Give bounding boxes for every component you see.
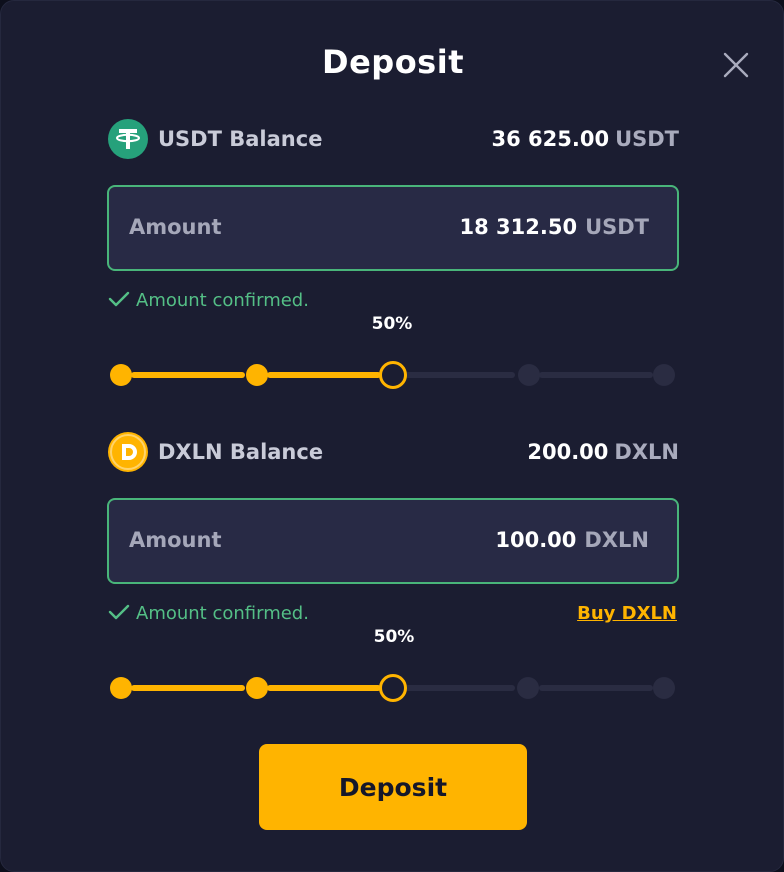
usdt-slider-percent-label: 50% bbox=[371, 314, 413, 334]
usdt-slider-step-75[interactable] bbox=[518, 364, 540, 386]
check-icon bbox=[108, 604, 130, 620]
dxln-slider-track-filled-2 bbox=[267, 685, 381, 691]
dxln-slider-step-75[interactable] bbox=[517, 677, 539, 699]
usdt-balance-label: USDT Balance bbox=[158, 127, 323, 151]
usdt-slider-track-filled-2 bbox=[267, 372, 381, 378]
dxln-slider-track-empty-1 bbox=[405, 685, 515, 691]
usdt-slider-step-25[interactable] bbox=[246, 364, 268, 386]
usdt-status: Amount confirmed. bbox=[108, 290, 309, 311]
buy-dxln-link[interactable]: Buy DXLN bbox=[577, 603, 677, 624]
check-icon bbox=[108, 291, 130, 307]
dxln-balance-label: DXLN Balance bbox=[158, 440, 324, 464]
tether-coin-icon bbox=[108, 119, 148, 159]
usdt-amount-input[interactable]: Amount 18 312.50 USDT bbox=[107, 185, 679, 271]
dxln-slider-step-0[interactable] bbox=[110, 677, 132, 699]
usdt-amount-label: Amount bbox=[129, 215, 222, 239]
usdt-slider-track-filled-1 bbox=[131, 372, 245, 378]
usdt-slider-step-0[interactable] bbox=[110, 364, 132, 386]
dxln-balance-row: DXLN Balance 200.00 DXLN bbox=[108, 432, 679, 472]
dxln-balance-amount: 200.00 bbox=[527, 440, 609, 464]
dxln-amount-label: Amount bbox=[129, 528, 222, 552]
dxln-slider-percent-label: 50% bbox=[373, 627, 415, 647]
dxln-percent-slider[interactable]: 50% bbox=[109, 627, 679, 705]
dxln-amount-input[interactable]: Amount 100.00 DXLN bbox=[107, 498, 679, 584]
usdt-slider-step-100[interactable] bbox=[653, 364, 675, 386]
usdt-slider-track-empty-2 bbox=[539, 372, 653, 378]
usdt-amount-number: 18 312.50 bbox=[459, 215, 578, 239]
deposit-modal: Deposit USDT Balance 36 625.00 USDT Amoun… bbox=[0, 0, 784, 872]
usdt-percent-slider[interactable]: 50% bbox=[109, 314, 679, 392]
usdt-amount-value: 18 312.50 USDT bbox=[459, 215, 649, 239]
modal-title: Deposit bbox=[322, 43, 464, 81]
close-icon[interactable] bbox=[719, 48, 753, 82]
dxln-slider-step-25[interactable] bbox=[246, 677, 268, 699]
dxln-balance-value: 200.00 DXLN bbox=[527, 440, 679, 464]
usdt-balance-row: USDT Balance 36 625.00 USDT bbox=[108, 119, 679, 159]
usdt-balance-value: 36 625.00 USDT bbox=[491, 127, 679, 151]
dxln-amount-unit: DXLN bbox=[584, 528, 649, 552]
dxln-slider-track-filled-1 bbox=[131, 685, 245, 691]
dxln-amount-value: 100.00 DXLN bbox=[495, 528, 649, 552]
dxln-slider-track-empty-2 bbox=[539, 685, 653, 691]
dxln-balance-unit: DXLN bbox=[614, 440, 679, 464]
dxln-slider-thumb[interactable] bbox=[379, 674, 407, 702]
deposit-button[interactable]: Deposit bbox=[259, 744, 527, 830]
dxln-status-text: Amount confirmed. bbox=[136, 603, 309, 624]
usdt-status-text: Amount confirmed. bbox=[136, 290, 309, 311]
usdt-amount-unit: USDT bbox=[585, 215, 649, 239]
usdt-slider-track-empty-1 bbox=[405, 372, 515, 378]
usdt-balance-unit: USDT bbox=[615, 127, 679, 151]
dxln-amount-number: 100.00 bbox=[495, 528, 577, 552]
usdt-slider-thumb[interactable] bbox=[379, 361, 407, 389]
dxln-coin-icon bbox=[108, 432, 148, 472]
usdt-balance-amount: 36 625.00 bbox=[491, 127, 610, 151]
dxln-status: Amount confirmed. bbox=[108, 603, 309, 624]
dxln-slider-step-100[interactable] bbox=[653, 677, 675, 699]
